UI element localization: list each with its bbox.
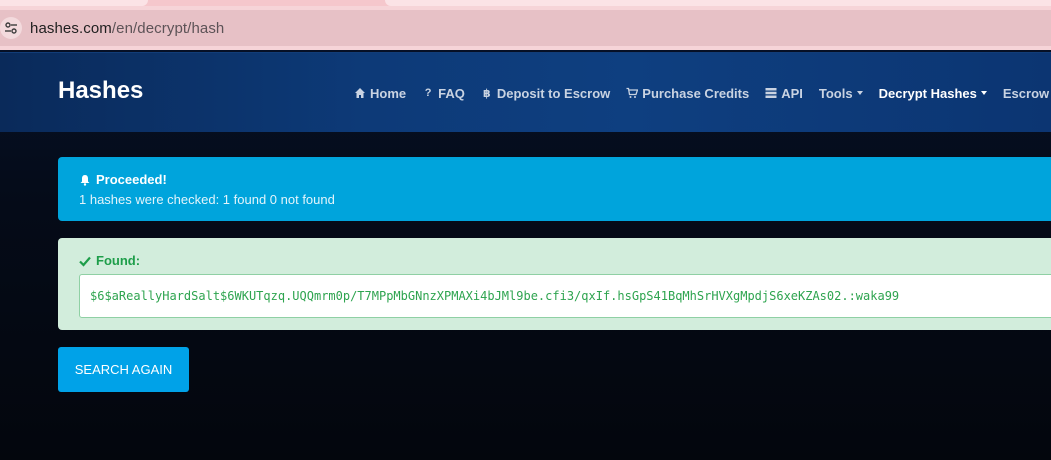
bell-icon xyxy=(80,174,90,186)
bitcoin-icon: ฿ xyxy=(483,87,491,100)
nav-faq[interactable]: ? FAQ xyxy=(422,86,465,101)
server-icon xyxy=(765,87,777,99)
alert-title: Proceeded! xyxy=(96,172,167,187)
nav-home[interactable]: Home xyxy=(354,86,406,101)
question-icon: ? xyxy=(424,87,432,99)
address-bar[interactable]: hashes.com/en/decrypt/hash xyxy=(0,10,1051,46)
nav-escrow[interactable]: Escrow xyxy=(1003,86,1049,101)
caret-down-icon xyxy=(980,91,987,95)
site-logo[interactable]: Hashes xyxy=(58,77,143,105)
home-icon xyxy=(354,87,366,99)
found-alert: Found: $6$aReallyHardSalt$6WKUTqzq.UQQmr… xyxy=(58,238,1051,330)
nav-deposit-escrow[interactable]: ฿ Deposit to Escrow xyxy=(481,86,610,101)
nav-decrypt-hashes-dropdown[interactable]: Decrypt Hashes xyxy=(879,86,987,101)
nav-tools-dropdown[interactable]: Tools xyxy=(819,86,863,101)
browser-toolbar: hashes.com/en/decrypt/hash xyxy=(0,6,1051,50)
alert-message: 1 hashes were checked: 1 found 0 not fou… xyxy=(79,192,335,207)
found-title: Found: xyxy=(96,253,141,268)
site-settings-icon[interactable] xyxy=(0,17,22,39)
site-header: Hashes Home ? FAQ ฿ Deposit to Escrow Pu… xyxy=(0,52,1051,132)
result-field[interactable]: $6$aReallyHardSalt$6WKUTqzq.UQQmrm0p/T7M… xyxy=(79,274,1051,318)
nav-purchase-credits[interactable]: Purchase Credits xyxy=(626,86,749,101)
search-again-button[interactable]: SEARCH AGAIN xyxy=(58,347,189,392)
nav-api[interactable]: API xyxy=(765,86,803,101)
check-icon xyxy=(79,256,91,267)
main-nav: Home ? FAQ ฿ Deposit to Escrow Purchase … xyxy=(354,83,1051,103)
cart-icon xyxy=(626,87,639,99)
caret-down-icon xyxy=(856,91,863,95)
proceeded-alert: Proceeded! 1 hashes were checked: 1 foun… xyxy=(58,157,1051,221)
url-text: hashes.com/en/decrypt/hash xyxy=(30,19,225,37)
